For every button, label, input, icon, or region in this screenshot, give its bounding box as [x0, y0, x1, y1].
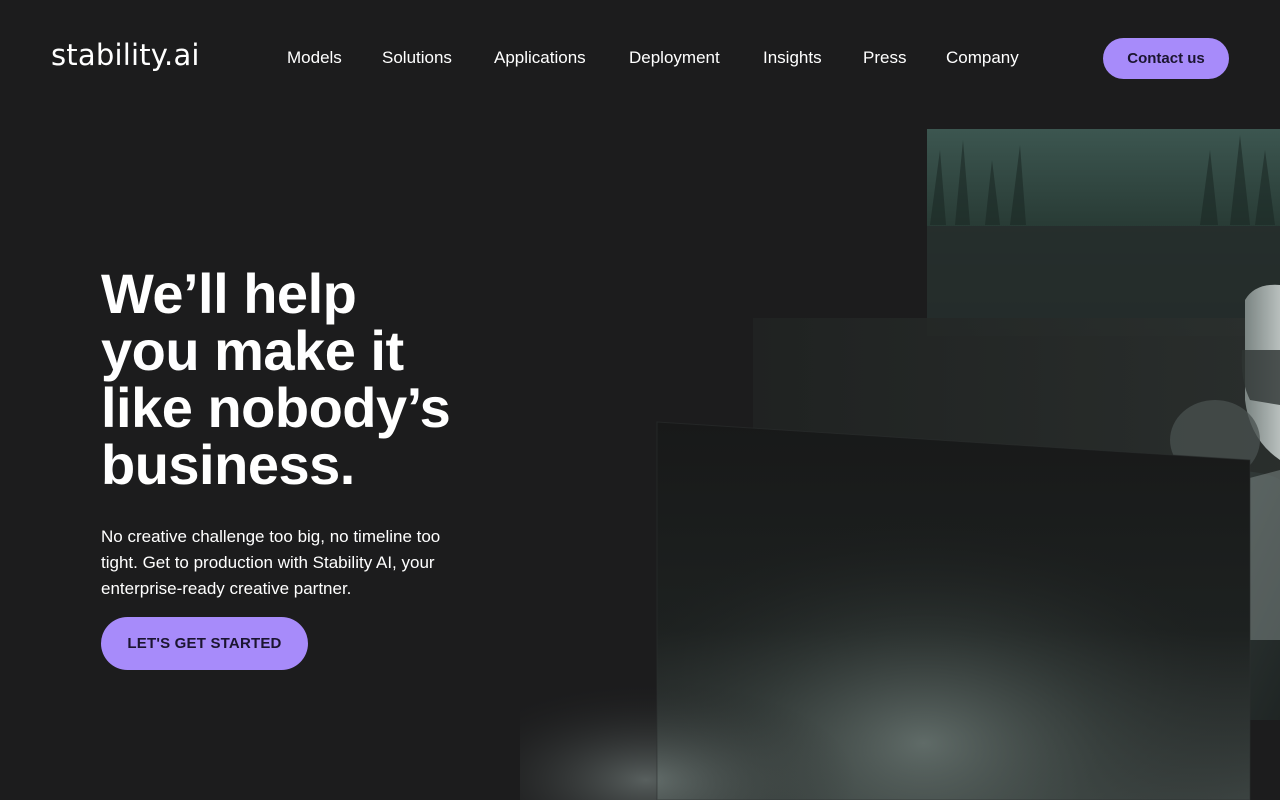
forest-panel	[927, 129, 1280, 329]
hero-title-line: you make it	[101, 319, 404, 382]
nav-item-insights[interactable]: Insights	[763, 48, 822, 68]
hero-title: We’ll help you make it like nobody’s bus…	[101, 265, 531, 493]
fog-layer	[657, 422, 1250, 800]
page: stability.ai Models Solutions Applicatio…	[0, 0, 1280, 800]
nav-item-deployment[interactable]: Deployment	[629, 48, 720, 68]
get-started-button[interactable]: LET'S GET STARTED	[101, 617, 308, 670]
brand-logo[interactable]: stability.ai	[51, 38, 200, 72]
nav-item-solutions[interactable]: Solutions	[382, 48, 452, 68]
contact-us-button[interactable]: Contact us	[1103, 38, 1229, 79]
nav-item-press[interactable]: Press	[863, 48, 906, 68]
grass-texture	[930, 135, 1275, 225]
front-panel	[657, 422, 1250, 800]
hero-title-line: business.	[101, 433, 355, 496]
person-figure	[1165, 284, 1280, 720]
nav-item-models[interactable]: Models	[287, 48, 342, 68]
back-panel	[753, 318, 1280, 718]
mid-panel-shadow	[927, 226, 1280, 336]
hero-title-line: We’ll help	[101, 262, 357, 325]
fog-low-left	[520, 600, 940, 800]
nav-item-company[interactable]: Company	[946, 48, 1019, 68]
nav-item-applications[interactable]: Applications	[494, 48, 586, 68]
hero-title-line: like nobody’s	[101, 376, 451, 439]
site-header: stability.ai Models Solutions Applicatio…	[0, 0, 1280, 116]
hero-description: No creative challenge too big, no timeli…	[101, 527, 441, 598]
